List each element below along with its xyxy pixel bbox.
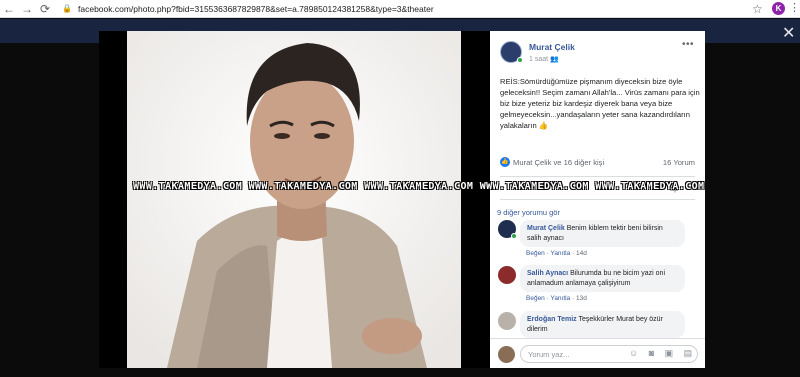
comment-time[interactable]: 13d — [576, 295, 587, 302]
comment-composer: Yorum yaz... ☺ ◙ ▣ ▤ — [490, 338, 705, 368]
online-indicator — [511, 233, 517, 239]
likes-summary[interactable]: Murat Çelik ve 16 diğer kişi — [513, 158, 604, 167]
browser-menu-icon[interactable]: ⋮ — [789, 1, 800, 14]
divider — [500, 176, 695, 177]
comment-actions: Beğen · Yanıtla · 13d — [526, 295, 587, 302]
like-comment-link[interactable]: Beğen — [526, 295, 545, 302]
comment-bubble: Salih Aynacı Bilurumda bu ne bicim yazi … — [520, 265, 685, 292]
comment-avatar[interactable] — [498, 266, 516, 284]
like-reaction-icon: 👍 — [500, 157, 510, 167]
reactions-row: 👍 Murat Çelik ve 16 diğer kişi 16 Yorum — [500, 157, 695, 169]
online-indicator — [517, 57, 523, 63]
view-more-comments[interactable]: 9 diğer yorumu gör — [497, 208, 560, 217]
comment-count[interactable]: 16 Yorum — [663, 158, 695, 167]
reply-comment-link[interactable]: Yanıtla — [550, 295, 570, 302]
comment-bubble: Erdoğan Temiz Teşekkürler Murat bey özür… — [520, 311, 685, 338]
comment-input[interactable]: Yorum yaz... ☺ ◙ ▣ ▤ — [520, 345, 698, 363]
url-text: facebook.com/photo.php?fbid=315536368782… — [78, 4, 434, 14]
profile-avatar[interactable]: K — [772, 2, 785, 15]
watermark-text: WWW.TAKAMEDYA.COM WWW.TAKAMEDYA.COM WWW.… — [133, 181, 705, 192]
friends-audience-icon: 👥 — [550, 56, 559, 63]
comment-bubble: Murat Çelik Benim kiblem tektir beni bil… — [520, 220, 685, 247]
reply-comment-link[interactable]: Yanıtla — [550, 250, 570, 257]
post-photo[interactable] — [127, 31, 461, 368]
comment-author[interactable]: Murat Çelik — [527, 225, 565, 232]
more-options-icon[interactable]: ••• — [682, 39, 694, 50]
close-icon[interactable]: ✕ — [782, 23, 795, 43]
address-bar[interactable]: 🔒 facebook.com/photo.php?fbid=3155363687… — [62, 1, 738, 17]
composer-icons[interactable]: ☺ ◙ ▣ ▤ — [629, 348, 696, 359]
comment-time[interactable]: 14d — [576, 250, 587, 257]
author-name[interactable]: Murat Çelik — [529, 42, 575, 52]
like-comment-link[interactable]: Beğen — [526, 250, 545, 257]
forward-arrow-icon[interactable]: → — [18, 0, 36, 18]
reload-icon[interactable]: ⟳ — [36, 0, 54, 18]
back-arrow-icon[interactable]: ← — [0, 0, 18, 18]
bookmark-star-icon[interactable]: ☆ — [752, 2, 763, 16]
post-time[interactable]: 1 saat 👥 — [529, 55, 559, 63]
post-panel: Murat Çelik 1 saat 👥 ••• REİS:Sömürdüğüm… — [490, 31, 705, 368]
comment-placeholder: Yorum yaz... — [528, 350, 570, 359]
comment-author[interactable]: Erdoğan Temiz — [527, 316, 577, 323]
comment-avatar[interactable] — [498, 312, 516, 330]
post-time-text: 1 saat — [529, 56, 549, 63]
divider — [500, 199, 695, 200]
lock-icon: 🔒 — [62, 4, 72, 13]
my-avatar — [498, 346, 515, 363]
browser-toolbar: ← → ⟳ 🔒 facebook.com/photo.php?fbid=3155… — [0, 0, 800, 18]
comment-actions: Beğen · Yanıtla · 14d — [526, 250, 587, 257]
post-text: REİS:Sömürdüğümüze pişmanım diyeceksin b… — [500, 77, 700, 130]
comment-author[interactable]: Salih Aynacı — [527, 270, 568, 277]
portrait-image — [127, 31, 461, 368]
